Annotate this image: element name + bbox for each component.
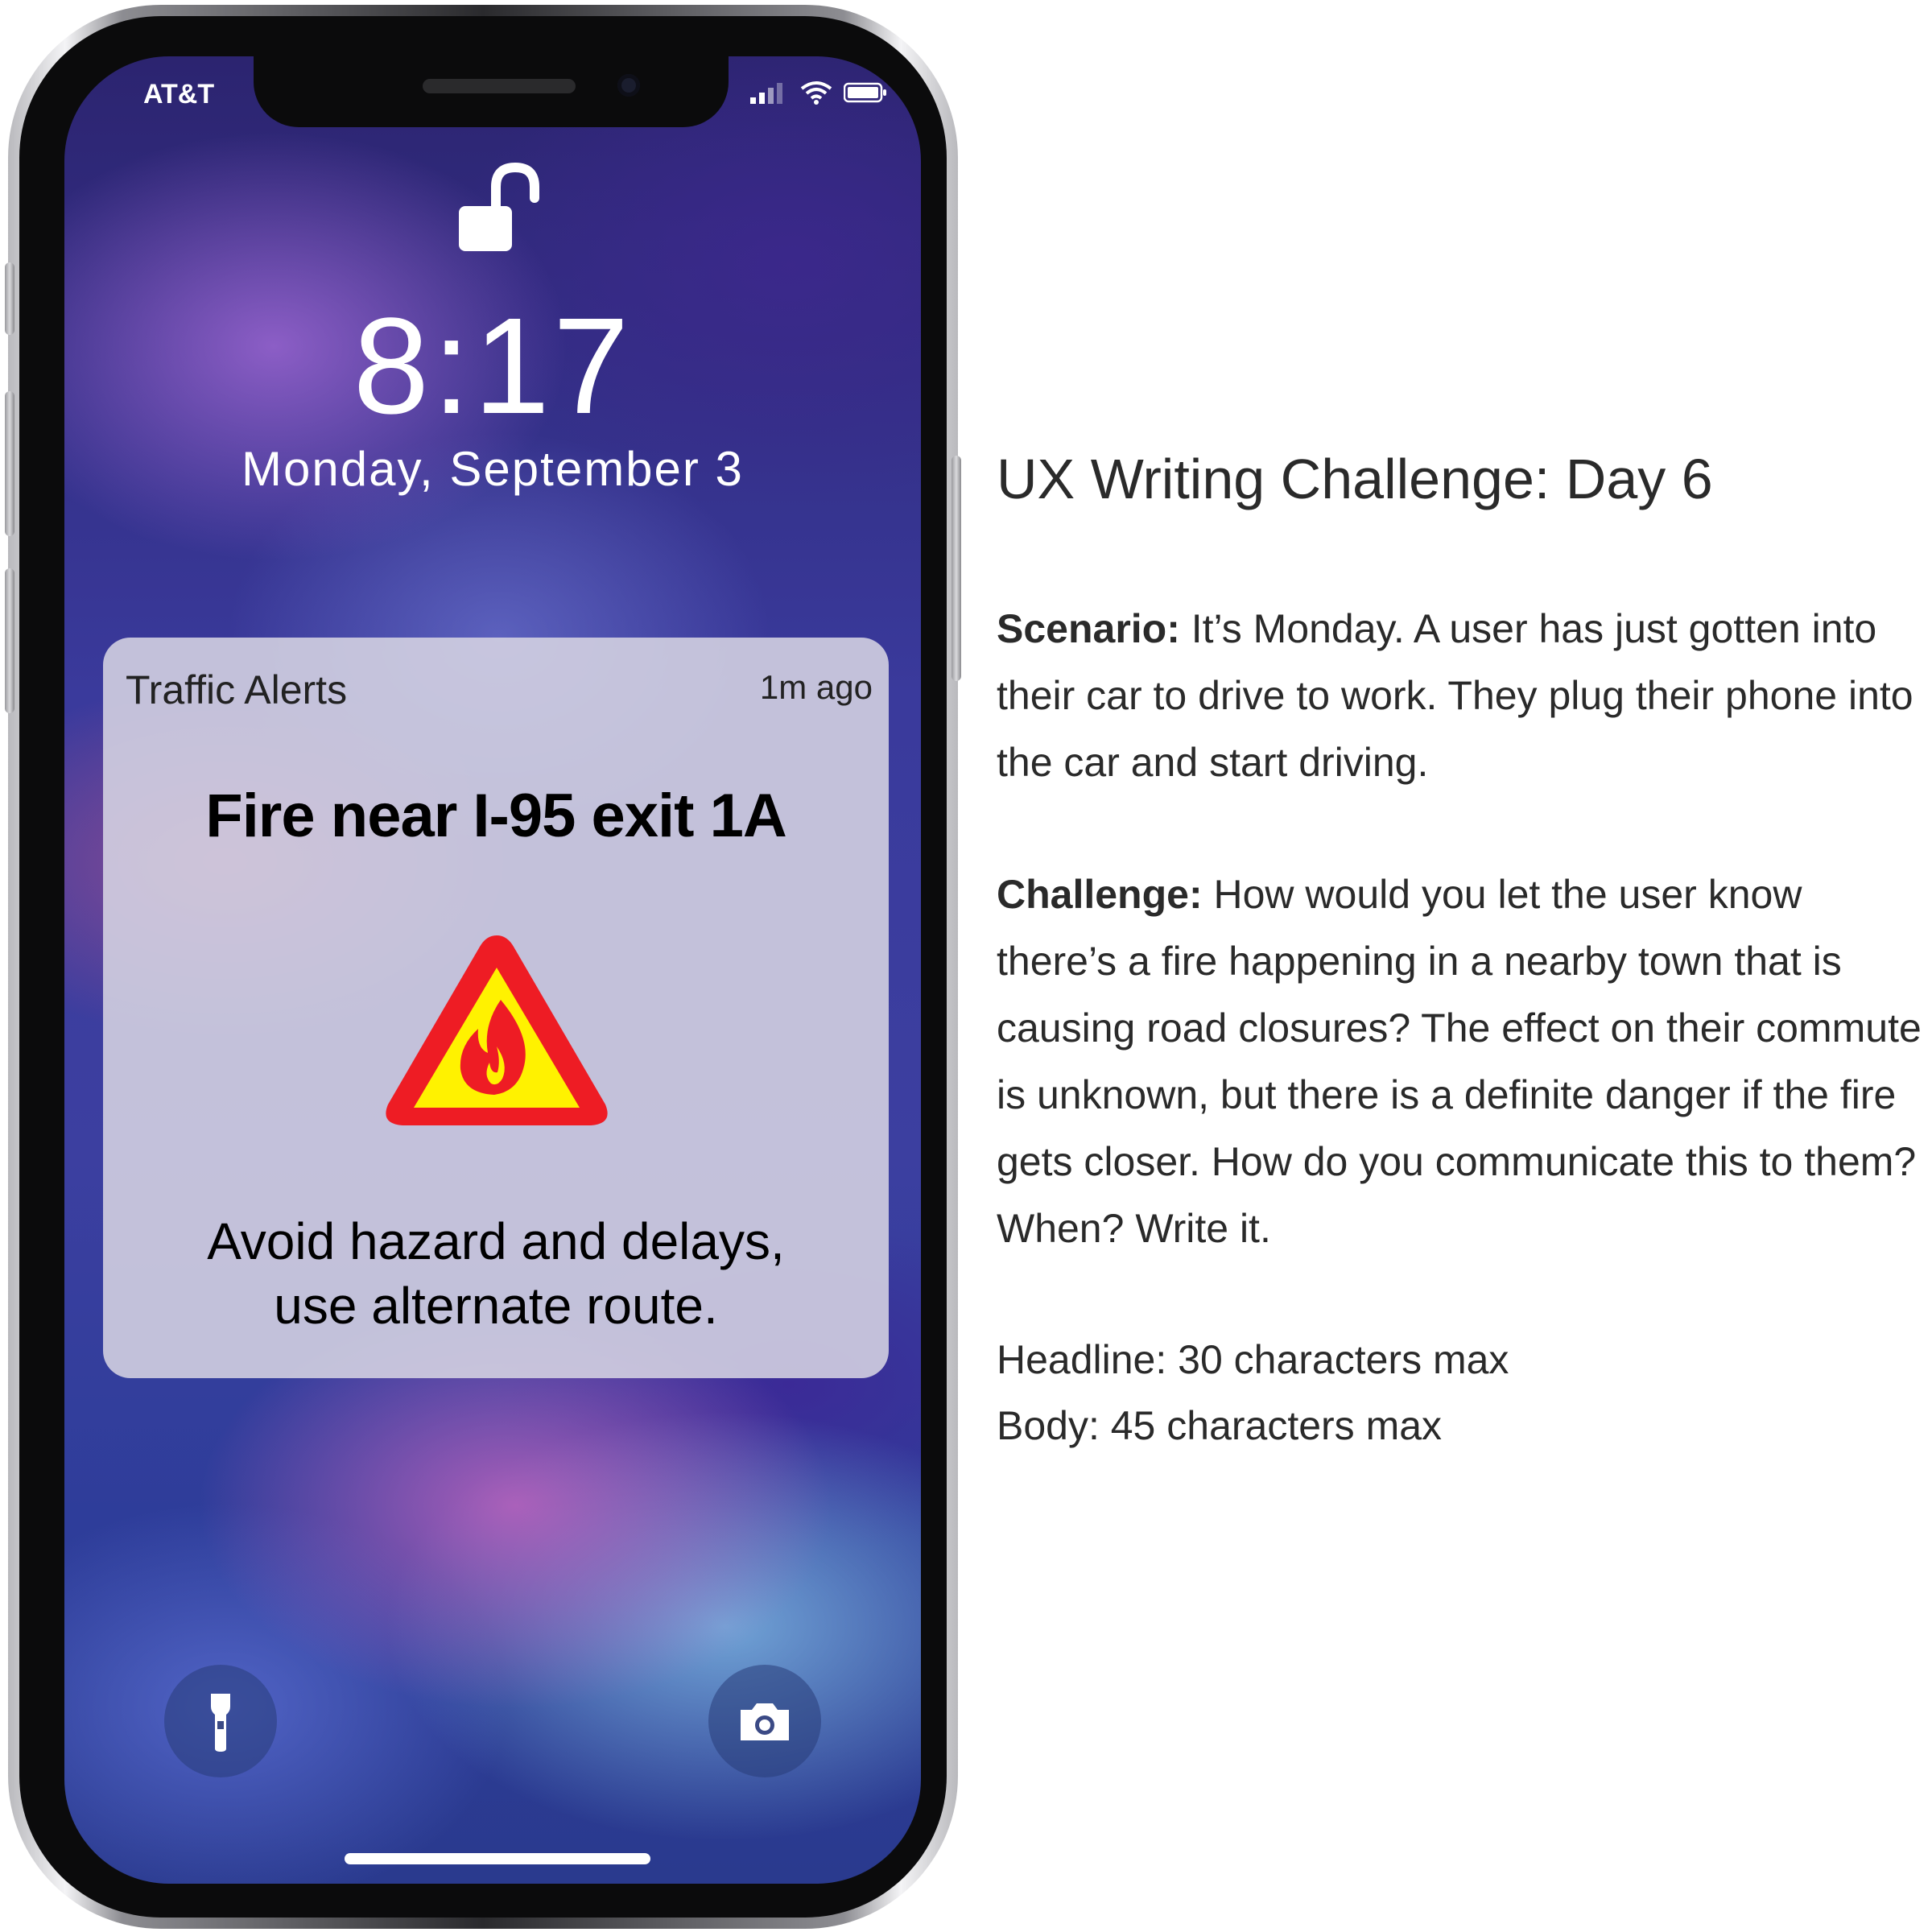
notification-title: Fire near I-95 exit 1A (205, 782, 786, 850)
fire-hazard-icon (386, 935, 608, 1125)
headline-limit: Headline: 30 characters max (997, 1337, 1509, 1382)
carrier-label: AT&T (143, 79, 215, 109)
scenario-paragraph: Scenario: It’s Monday. A user has just g… (997, 596, 1922, 796)
home-indicator[interactable] (345, 1853, 650, 1864)
body-limit: Body: 45 characters max (997, 1403, 1443, 1448)
volume-button (5, 391, 14, 536)
power-button (952, 456, 961, 681)
flashlight-icon (211, 1694, 230, 1752)
camera-icon (741, 1703, 789, 1740)
signal-icon (750, 83, 782, 104)
notification-app-name: Traffic Alerts (126, 667, 348, 712)
challenge-text: How would you let the user know there’s … (997, 872, 1922, 1251)
challenge-label: Challenge: (997, 872, 1203, 917)
volume-button (5, 262, 14, 335)
notification-body-line: Avoid hazard and delays, (207, 1212, 785, 1270)
volume-button (5, 568, 14, 713)
unlocked-padlock-icon (459, 162, 539, 251)
status-icons (750, 80, 889, 105)
challenge-title: UX Writing Challenge: Day 6 (997, 448, 1713, 510)
traffic-notification[interactable]: Traffic Alerts 1m ago Fire near I-95 exi… (103, 638, 889, 1378)
notification-timestamp: 1m ago (759, 668, 873, 706)
clock-date: Monday, September 3 (242, 442, 744, 496)
wifi-icon (800, 81, 832, 105)
front-camera (617, 74, 640, 97)
clock-time: 8:17 (353, 290, 633, 443)
challenge-paragraph: Challenge: How would you let the user kn… (997, 861, 1922, 1262)
lock-screen: AT&T 8:17 Monday, September 3 Traffic Al… (64, 56, 921, 1884)
notch (254, 56, 729, 127)
scenario-label: Scenario: (997, 606, 1180, 651)
notification-body-line: use alternate route. (274, 1277, 718, 1335)
speaker (423, 79, 576, 93)
notification-body: Avoid hazard and delays, use alternate r… (103, 1209, 889, 1338)
camera-button[interactable] (708, 1665, 821, 1777)
battery-icon (844, 82, 886, 103)
flashlight-button[interactable] (164, 1665, 277, 1777)
